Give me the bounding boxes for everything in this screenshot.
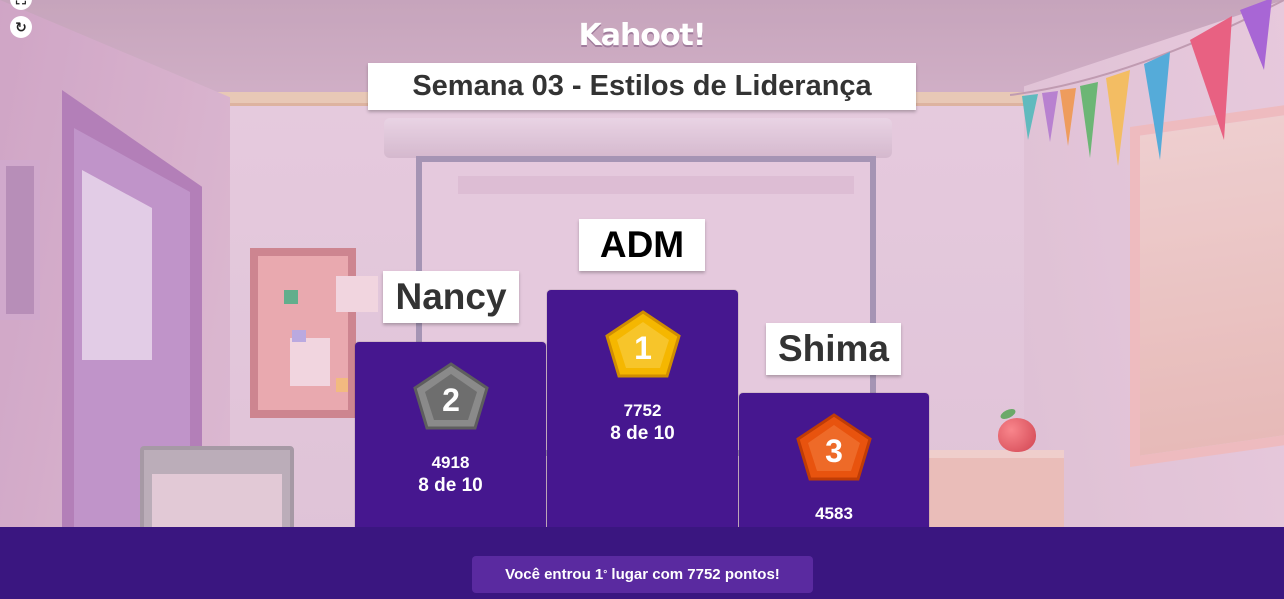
result-suffix: lugar com 7752 pontos!: [607, 566, 780, 583]
first-place-podium: 1 7752 8 de 10: [547, 290, 738, 540]
second-place-correct: 8 de 10: [418, 475, 483, 496]
medal-rank: 3: [825, 433, 843, 469]
result-message: Você entrou 1 ° lugar com 7752 pontos!: [472, 556, 813, 593]
third-place-score: 4583: [815, 504, 853, 523]
second-place-score: 4918: [431, 453, 470, 472]
fullscreen-icon: ⛶: [16, 0, 26, 8]
second-place-podium: 2 4918 8 de 10: [355, 342, 546, 542]
kahoot-logo: Kahoot!: [578, 18, 706, 53]
quiz-title: Semana 03 - Estilos de Liderança: [368, 63, 916, 110]
result-prefix: Você entrou 1: [505, 566, 604, 583]
medal-rank: 1: [634, 330, 652, 366]
first-place-correct: 8 de 10: [610, 423, 675, 444]
medal-rank: 2: [442, 382, 460, 418]
second-place-name: Nancy: [383, 271, 519, 323]
silver-medal-icon: 2: [412, 362, 489, 430]
third-place-podium: 3 4583: [739, 393, 929, 543]
bronze-medal-icon: 3: [796, 413, 872, 481]
first-place-name: ADM: [579, 219, 705, 271]
gold-medal-icon: 1: [604, 310, 681, 378]
first-place-score: 7752: [623, 401, 662, 420]
third-place-name: Shima: [766, 323, 901, 375]
